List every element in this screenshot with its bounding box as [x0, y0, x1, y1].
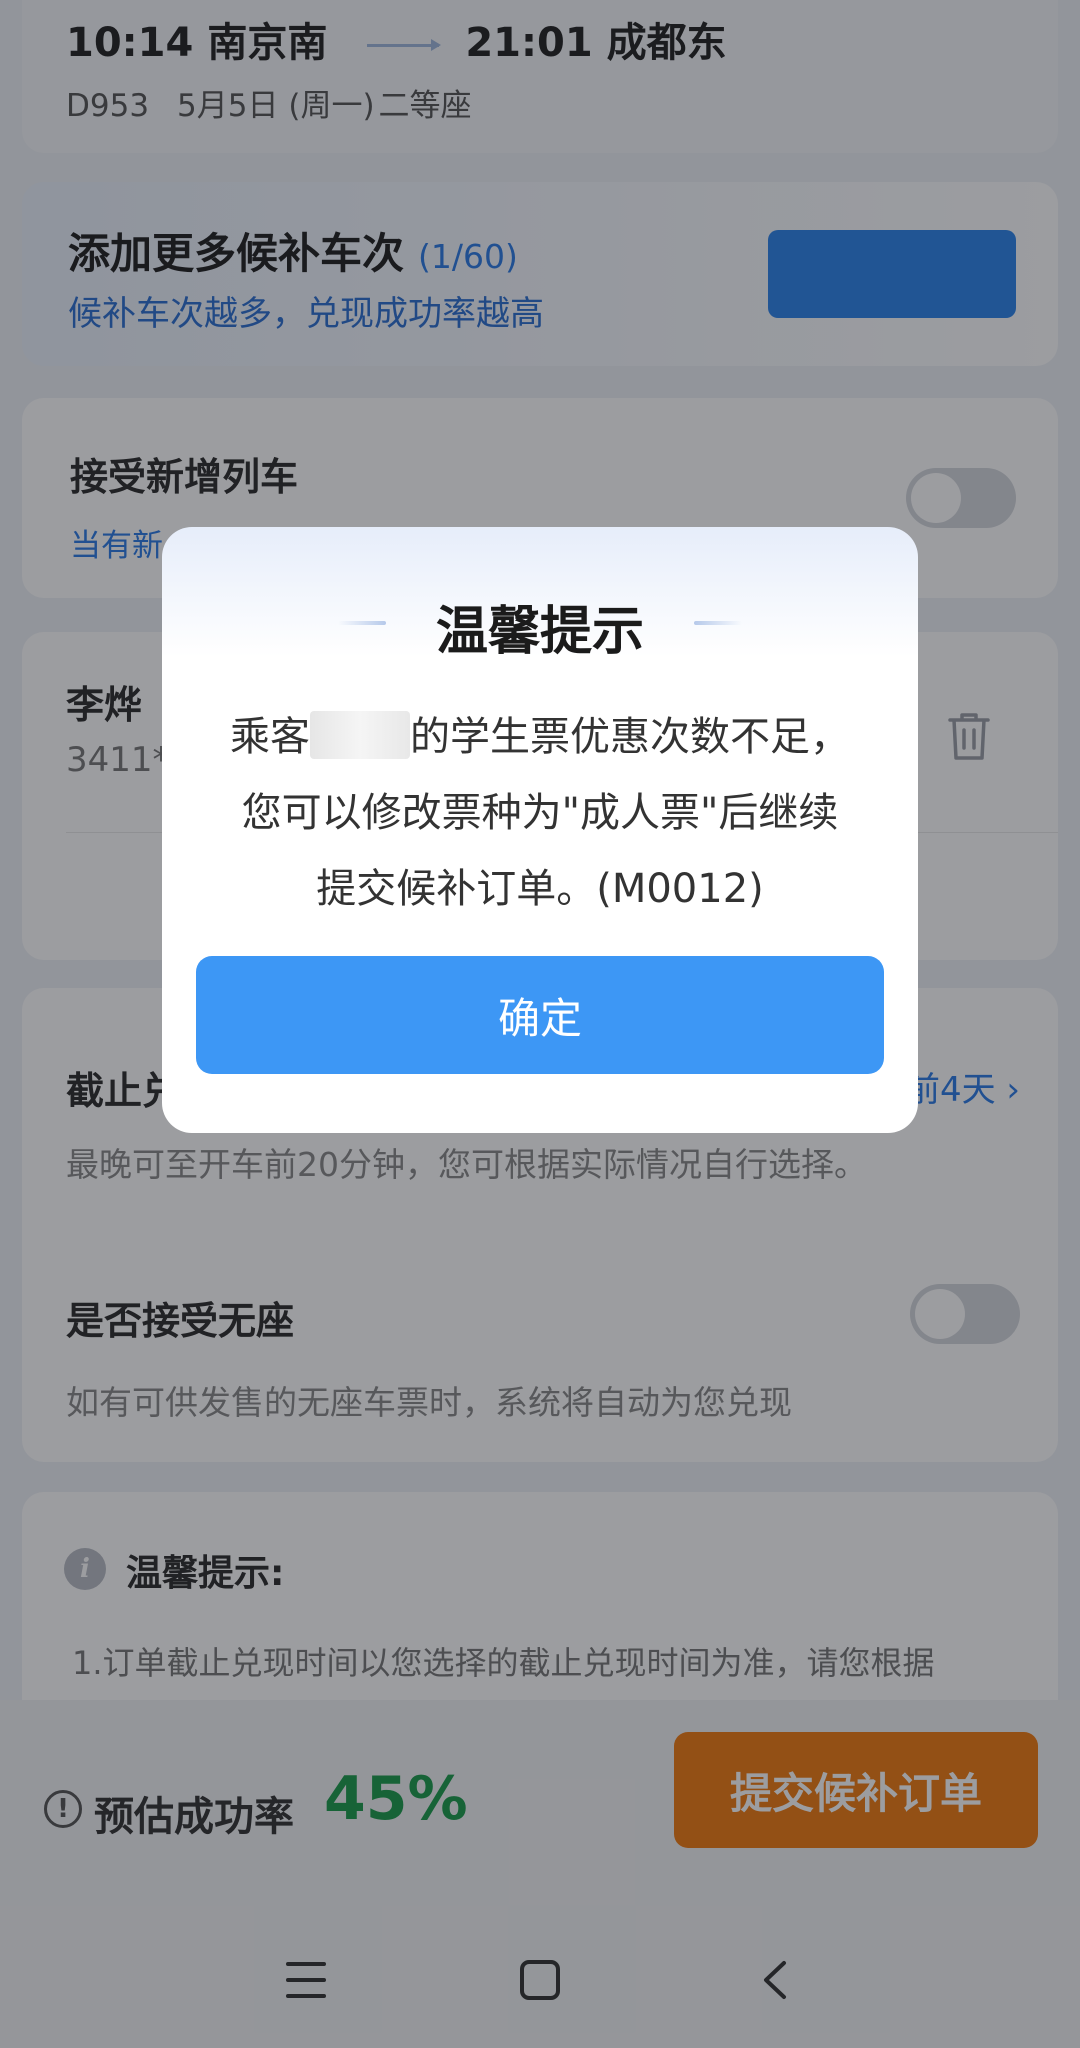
dialog-title: 温馨提示 — [435, 602, 644, 662]
alert-dialog: 温馨提示 乘客 的学生票优惠次数不足， 您可以修改票种为"成人票"后继续 提交候补… — [162, 527, 918, 1133]
dialog-message: 乘客 的学生票优惠次数不足， 您可以修改票种为"成人票"后继续 提交候补订单。(M… — [198, 699, 882, 927]
confirm-button[interactable]: 确定 — [196, 956, 884, 1074]
redacted-name — [310, 711, 410, 759]
